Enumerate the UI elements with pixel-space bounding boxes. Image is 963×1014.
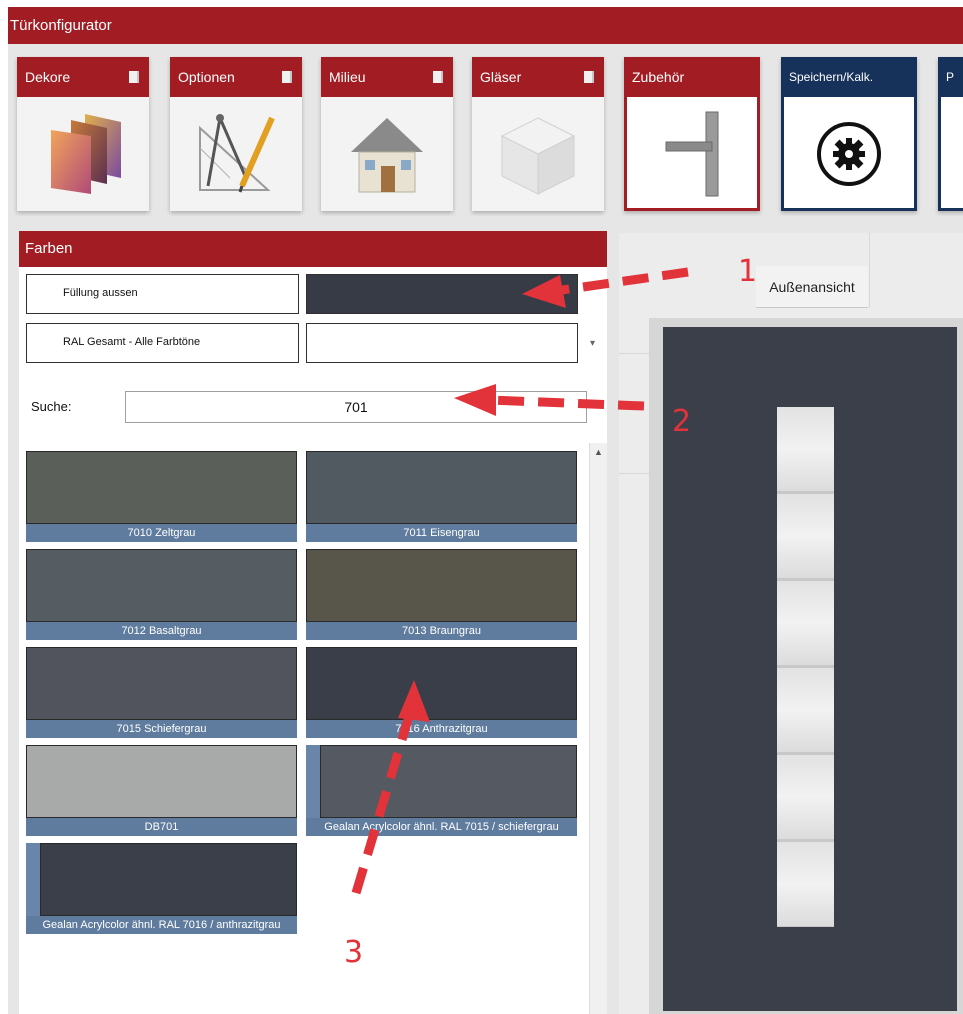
- swatch-edge: [26, 843, 40, 916]
- milieu-tile[interactable]: Milieu: [321, 57, 453, 211]
- swatch-caption: 7011 Eisengrau: [306, 524, 577, 542]
- swatch-7012[interactable]: 7012 Basaltgrau: [26, 549, 297, 642]
- partial-tile[interactable]: P: [938, 57, 963, 211]
- swatch-7011[interactable]: 7011 Eisengrau: [306, 451, 577, 544]
- fill-label: Füllung aussen: [26, 274, 299, 314]
- swatch-color: [26, 647, 297, 720]
- swatch-color: [320, 745, 577, 818]
- gear-icon: [817, 122, 881, 186]
- app-title-bar: Türkonfigurator: [8, 7, 963, 44]
- scroll-up-arrow-icon[interactable]: ▲: [594, 447, 603, 457]
- glass-pane: [777, 494, 834, 578]
- door-handle-icon: [665, 111, 719, 197]
- swatch-caption: 7016 Anthrazitgrau: [306, 720, 577, 738]
- app-title: Türkonfigurator: [10, 17, 112, 34]
- swatch-7016[interactable]: 7016 Anthrazitgrau: [306, 647, 577, 740]
- swatch-color: [26, 745, 297, 818]
- swatch-color: [306, 647, 577, 720]
- swatch-color: [26, 549, 297, 622]
- pin-icon[interactable]: [433, 71, 443, 83]
- milieu-label: Milieu: [329, 69, 366, 85]
- swatch-caption: Gealan Acrylcolor ähnl. RAL 7015 / schie…: [306, 818, 577, 836]
- annotation-number-3: 3: [344, 935, 364, 970]
- swatch-edge: [306, 745, 320, 818]
- dekore-tile[interactable]: Dekore: [17, 57, 149, 211]
- palette-select[interactable]: [306, 323, 578, 363]
- swatch-caption: DB701: [26, 818, 297, 836]
- grid-line: [619, 473, 649, 474]
- glass-pane: [777, 407, 834, 491]
- swatch-caption: 7015 Schiefergrau: [26, 720, 297, 738]
- glass-pane: [777, 755, 834, 839]
- glass-strip: [777, 407, 834, 927]
- zubehoer-label: Zubehör: [632, 69, 685, 85]
- swatch-db701[interactable]: DB701: [26, 745, 297, 838]
- search-input[interactable]: 701: [125, 391, 587, 423]
- swatch-color: [306, 549, 577, 622]
- door-panel: [663, 327, 957, 1011]
- optionen-tile[interactable]: Optionen: [170, 57, 302, 211]
- color-swatches-icon: [51, 114, 121, 194]
- grid-line: [619, 353, 649, 354]
- drafting-tools-icon: [199, 114, 275, 193]
- swatch-gealan-7016[interactable]: Gealan Acrylcolor ähnl. RAL 7016 / anthr…: [26, 843, 297, 936]
- swatch-7015[interactable]: 7015 Schiefergrau: [26, 647, 297, 740]
- swatch-gealan-7015[interactable]: Gealan Acrylcolor ähnl. RAL 7015 / schie…: [306, 745, 577, 838]
- swatch-caption: 7012 Basaltgrau: [26, 622, 297, 640]
- swatch-caption: Gealan Acrylcolor ähnl. RAL 7016 / anthr…: [26, 916, 297, 934]
- house-icon: [351, 118, 423, 193]
- search-label: Suche:: [31, 399, 72, 414]
- pin-icon[interactable]: [584, 71, 594, 83]
- zubehoer-tile[interactable]: Zubehör: [624, 57, 760, 211]
- swatch-color: [306, 451, 577, 524]
- glass-pane: [777, 668, 834, 752]
- swatch-color: [40, 843, 297, 916]
- chevron-down-icon[interactable]: ▾: [590, 338, 595, 349]
- glaeser-label: Gläser: [480, 69, 522, 85]
- glass-pane: [777, 842, 834, 926]
- colors-panel: Farben Füllung aussen RAL Gesamt - Alle …: [19, 231, 607, 1014]
- swatch-caption: 7013 Braungrau: [306, 622, 577, 640]
- panel-title: Farben: [19, 231, 607, 267]
- optionen-label: Optionen: [178, 69, 235, 85]
- door-preview-area: Außenansicht: [619, 233, 963, 1014]
- configurator-window: Türkonfigurator Dekore Optionen Milieu G…: [8, 7, 963, 1014]
- partial-tile-label: P: [946, 70, 955, 84]
- swatch-7010[interactable]: 7010 Zeltgrau: [26, 451, 297, 544]
- pin-icon[interactable]: [129, 71, 139, 83]
- tab-aussenansicht[interactable]: Außenansicht: [756, 266, 868, 308]
- grid-line: [869, 233, 870, 308]
- speichern-label: Speichern/Kalk.: [789, 70, 874, 84]
- annotation-number-2: 2: [672, 404, 692, 439]
- current-fill-swatch[interactable]: [306, 274, 578, 314]
- swatch-7013[interactable]: 7013 Braungrau: [306, 549, 577, 642]
- vertical-scrollbar[interactable]: ▲: [589, 443, 607, 1014]
- pin-icon[interactable]: [282, 71, 292, 83]
- annotation-number-1: 1: [738, 254, 758, 289]
- swatch-grid: 7010 Zeltgrau 7011 Eisengrau 7012 Basalt…: [19, 443, 589, 1014]
- glass-pane: [777, 581, 834, 665]
- swatch-caption: 7010 Zeltgrau: [26, 524, 297, 542]
- speichern-tile[interactable]: Speichern/Kalk.: [781, 57, 917, 211]
- palette-label: RAL Gesamt - Alle Farbtöne: [26, 323, 299, 363]
- glaeser-tile[interactable]: Gläser: [472, 57, 604, 211]
- swatch-color: [26, 451, 297, 524]
- glass-cube-icon: [500, 117, 576, 195]
- dekore-label: Dekore: [25, 69, 71, 85]
